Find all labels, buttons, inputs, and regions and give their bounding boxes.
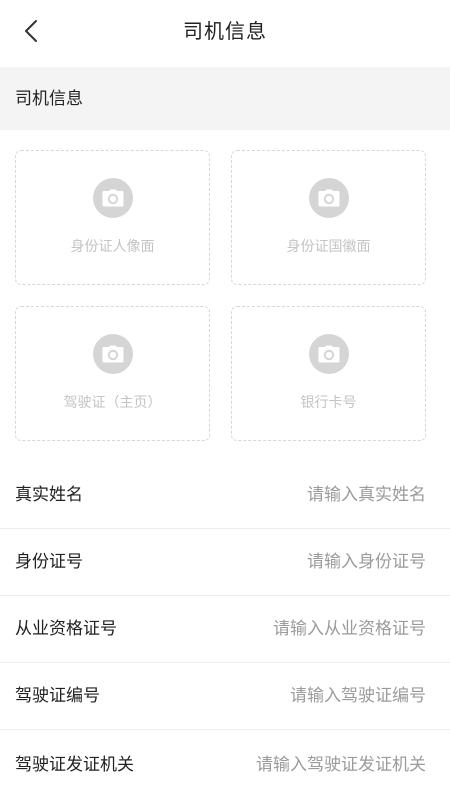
camera-icon	[92, 178, 133, 218]
camera-icon	[92, 334, 133, 374]
upload-driver-license-card[interactable]: 驾驶证（主页）	[15, 306, 210, 441]
form-row-id-number: 身份证号	[0, 529, 450, 596]
form-row-license-authority: 驾驶证发证机关	[0, 731, 450, 798]
section-header: 司机信息	[0, 67, 450, 130]
form-label: 真实姓名	[15, 485, 83, 505]
camera-icon	[308, 178, 349, 218]
form-label: 从业资格证号	[15, 619, 117, 639]
section-title: 司机信息	[15, 89, 83, 109]
form-label: 驾驶证发证机关	[15, 754, 134, 775]
qualification-number-input[interactable]	[186, 617, 426, 641]
page-title: 司机信息	[183, 19, 267, 43]
license-number-input[interactable]	[186, 684, 426, 708]
nav-bar: 司机信息	[0, 0, 450, 64]
upload-label: 银行卡号	[300, 395, 357, 411]
upload-label: 驾驶证（主页）	[63, 395, 162, 411]
form-row-qualification-number: 从业资格证号	[0, 596, 450, 663]
upload-id-back-card[interactable]: 身份证国徽面	[231, 150, 426, 285]
upload-label: 身份证人像面	[70, 239, 155, 255]
form-row-license-number: 驾驶证编号	[0, 663, 450, 730]
upload-bank-card[interactable]: 银行卡号	[231, 306, 426, 441]
upload-label: 身份证国徽面	[286, 239, 371, 255]
upload-id-front-card[interactable]: 身份证人像面	[15, 150, 210, 285]
real-name-input[interactable]	[186, 483, 426, 507]
license-authority-input[interactable]	[186, 752, 426, 777]
id-number-input[interactable]	[186, 550, 426, 574]
form-label: 驾驶证编号	[15, 686, 100, 706]
camera-icon	[308, 334, 349, 374]
form-label: 身份证号	[15, 552, 83, 572]
form-row-real-name: 真实姓名	[0, 462, 450, 529]
